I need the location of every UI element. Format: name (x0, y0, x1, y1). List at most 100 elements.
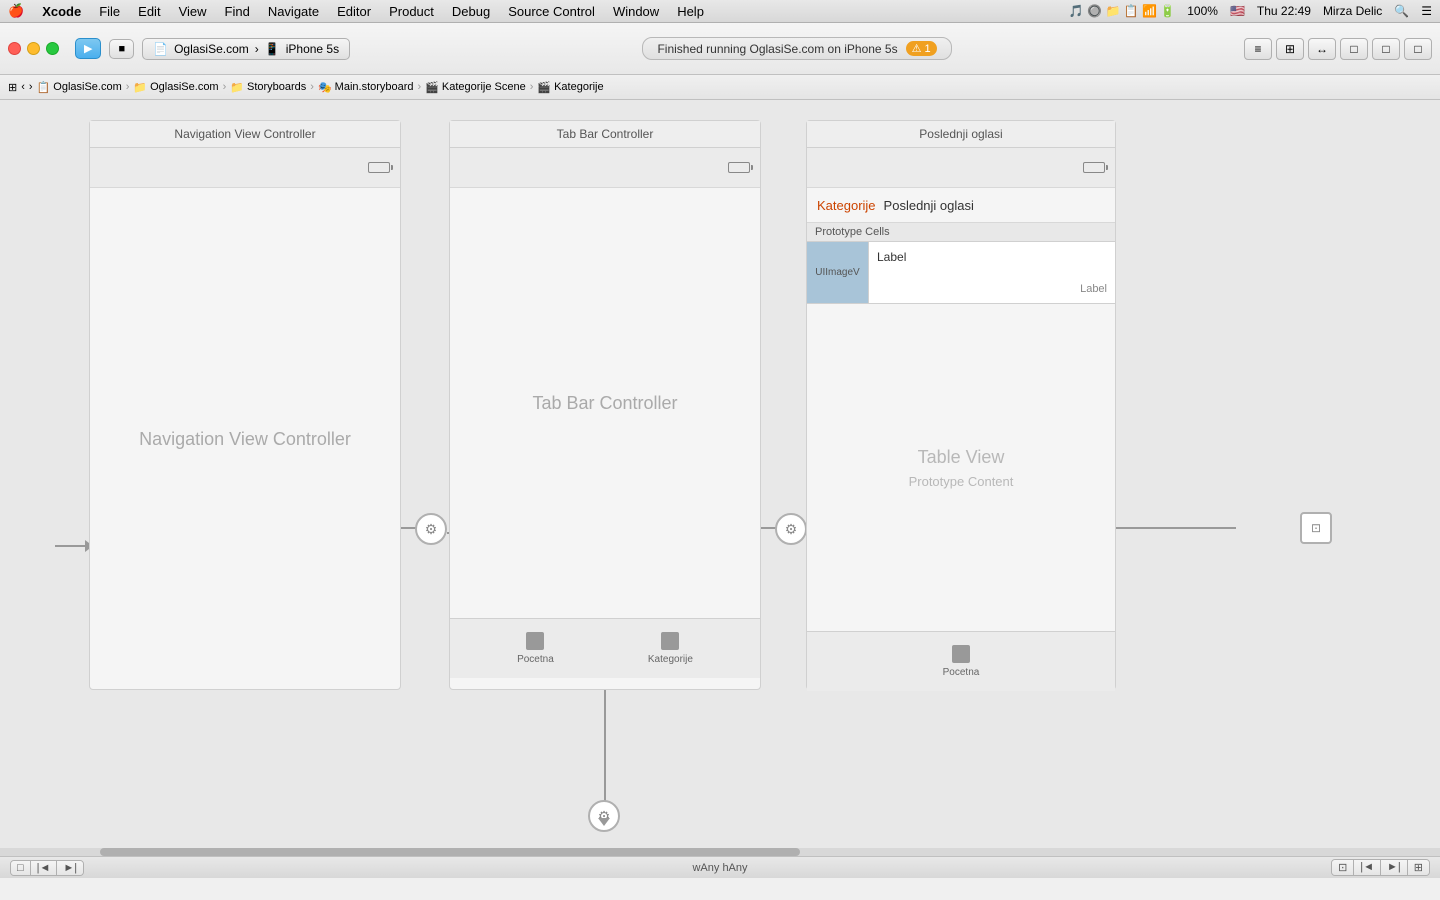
breadcrumb-grid-icon[interactable]: ⊞ (8, 81, 17, 94)
zoom-level-btn[interactable]: ⊞ (1408, 860, 1429, 875)
status-text: Finished running OglasiSe.com on iPhone … (657, 42, 897, 56)
navigator-toggle[interactable]: □ (1340, 38, 1368, 60)
menu-file[interactable]: File (99, 4, 120, 19)
table-view-label: Table View (918, 447, 1005, 468)
close-button[interactable] (8, 42, 21, 55)
apple-menu[interactable]: 🍎 (8, 3, 24, 19)
storyboard-icon: 🎭 (318, 81, 332, 94)
scene-icon: 🎬 (425, 81, 439, 94)
tab-scene-inner: Tab Bar Controller Pocetna Kategorije (450, 148, 760, 691)
inspector-toggle[interactable]: □ (1404, 38, 1432, 60)
menu-window[interactable]: Window (613, 4, 659, 19)
tab-battery-icon (728, 162, 750, 173)
menu-time: Thu 22:49 (1257, 4, 1311, 18)
exit-segue-icon[interactable]: ⊡ (1300, 512, 1332, 544)
editor-standard-button[interactable]: ≡ (1244, 38, 1272, 60)
menu-source-control[interactable]: Source Control (508, 4, 595, 19)
tab-kat-connector-circle[interactable]: ⚙ (775, 513, 807, 545)
run-button[interactable]: ▶ (75, 38, 101, 59)
menu-editor[interactable]: Editor (337, 4, 371, 19)
view-icon: 🎬 (537, 81, 551, 94)
tab-bar: Pocetna Kategorije (450, 618, 760, 678)
zoom-fit-btn[interactable]: ⊡ (1332, 860, 1354, 875)
bc-item-6[interactable]: 🎬 Kategorije (537, 81, 603, 94)
seg-btn-2[interactable]: |◄ (31, 861, 58, 875)
horizontal-scrollbar[interactable] (0, 848, 1440, 856)
menu-navigate[interactable]: Navigate (268, 4, 319, 19)
zoom-out-btn[interactable]: ►| (1381, 860, 1408, 875)
tab-content-label: Tab Bar Controller (450, 188, 760, 618)
menu-user: Mirza Delic (1323, 4, 1382, 18)
bottom-left-controls: □ |◄ ►| (10, 860, 84, 876)
bc-sep-2: › (223, 81, 227, 93)
bc-item-3[interactable]: 📁 Storyboards (230, 81, 306, 94)
scrollbar-thumb[interactable] (100, 848, 800, 856)
bc-sep-1: › (126, 81, 130, 93)
tab-pocetna-label: Pocetna (517, 654, 554, 665)
menu-battery-text: 100% (1187, 4, 1218, 18)
fullscreen-button[interactable] (46, 42, 59, 55)
warning-badge[interactable]: ⚠ 1 (906, 41, 937, 56)
tab-pocetna-icon (526, 632, 544, 650)
bc-item-2[interactable]: 📁 OglasiSe.com (133, 81, 218, 94)
entry-arrow (55, 540, 93, 552)
bc-item-1[interactable]: 📋 OglasiSe.com (37, 81, 122, 94)
kategorije-scene: Poslednji oglasi Kategorije Poslednji og… (806, 120, 1116, 690)
nav-scene-inner: Navigation View Controller (90, 148, 400, 691)
menu-find[interactable]: Find (225, 4, 250, 19)
kat-tab-pocetna-label: Pocetna (943, 667, 980, 678)
menu-bar-right: 🎵 🔘 📁 📋 📶 🔋 100% 🇺🇸 Thu 22:49 Mirza Deli… (1069, 4, 1432, 18)
zoom-in-btn[interactable]: |◄ (1354, 860, 1381, 875)
status-center: Finished running OglasiSe.com on iPhone … (358, 37, 1236, 60)
kat-battery-icon (1083, 162, 1105, 173)
battery-icon (368, 162, 390, 173)
menu-xcode[interactable]: Xcode (42, 4, 81, 19)
seg-btn-1[interactable]: □ (11, 861, 31, 875)
tab-item-kategorije[interactable]: Kategorije (648, 632, 693, 665)
scheme-name: OglasiSe.com (174, 42, 249, 56)
device-name: iPhone 5s (286, 42, 339, 56)
breadcrumb: ⊞ ‹ › 📋 OglasiSe.com › 📁 OglasiSe.com › … (0, 75, 1440, 100)
prototype-cell-row[interactable]: UIImageV Label Label (807, 242, 1115, 304)
kat-right-connector (1116, 527, 1236, 529)
bc-item-4[interactable]: 🎭 Main.storyboard (318, 81, 414, 94)
folder-icon-1: 📁 (133, 81, 147, 94)
bc-item-5[interactable]: 🎬 Kategorije Scene (425, 81, 525, 94)
list-icon[interactable]: ☰ (1421, 4, 1432, 18)
kat-scene-inner: Kategorije Poslednji oglasi Prototype Ce… (807, 148, 1115, 691)
stop-button[interactable]: ■ (109, 39, 134, 59)
tab-status-bar (450, 148, 760, 188)
cell-image: UIImageV (807, 242, 869, 303)
menu-edit[interactable]: Edit (138, 4, 160, 19)
nav-tab-connector-circle[interactable]: ⚙ (415, 513, 447, 545)
breadcrumb-forward-icon[interactable]: › (29, 81, 33, 93)
toolbar-right: ≡ ⊞ ↔ □ □ □ (1244, 38, 1432, 60)
device-icon: 📱 (265, 42, 280, 56)
nav-status-bar (90, 148, 400, 188)
debug-toggle[interactable]: □ (1372, 38, 1400, 60)
zoom-segmented-control[interactable]: ⊡ |◄ ►| ⊞ (1331, 859, 1430, 876)
breadcrumb-back-icon[interactable]: ‹ (21, 81, 25, 93)
menu-help[interactable]: Help (677, 4, 704, 19)
cell-content: Label Label (869, 242, 1115, 303)
cell-label-top: Label (877, 250, 1107, 264)
menu-icons: 🎵 🔘 📁 📋 📶 🔋 (1069, 4, 1175, 18)
seg-btn-3[interactable]: ►| (57, 861, 83, 875)
tab-item-pocetna[interactable]: Pocetna (517, 632, 554, 665)
nav-view-controller-scene: Navigation View Controller Navigation Vi… (89, 120, 401, 690)
menu-product[interactable]: Product (389, 4, 434, 19)
kat-tab-item-pocetna[interactable]: Pocetna (943, 645, 980, 678)
scheme-selector[interactable]: 📄 OglasiSe.com › 📱 iPhone 5s (142, 38, 350, 60)
bc-sep-3: › (310, 81, 314, 93)
search-icon[interactable]: 🔍 (1394, 4, 1409, 18)
view-segmented-control[interactable]: □ |◄ ►| (10, 860, 84, 876)
vertical-connector-circle[interactable]: ⚙ (588, 800, 620, 832)
menu-view[interactable]: View (179, 4, 207, 19)
chevron-right-icon: › (255, 42, 259, 56)
editor-version-button[interactable]: ↔ (1308, 38, 1336, 60)
editor-assistant-button[interactable]: ⊞ (1276, 38, 1304, 60)
kat-title-orange[interactable]: Kategorije (817, 198, 876, 213)
canvas-area[interactable]: Navigation View Controller Navigation Vi… (0, 100, 1440, 878)
menu-debug[interactable]: Debug (452, 4, 490, 19)
minimize-button[interactable] (27, 42, 40, 55)
